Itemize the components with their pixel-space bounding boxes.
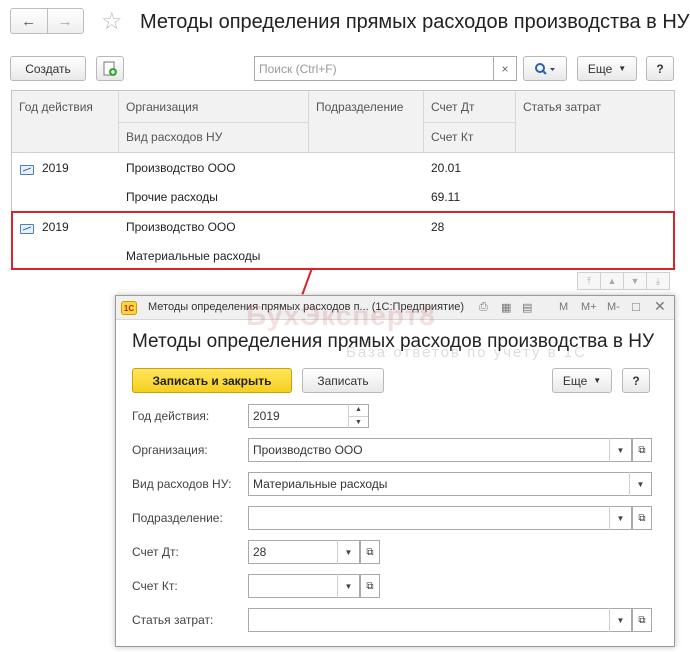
dialog-more-label: Еще (562, 373, 588, 388)
magnifier-icon (535, 62, 555, 75)
close-icon[interactable]: ✕ (654, 298, 666, 315)
memory-m-icon[interactable]: M (559, 301, 568, 313)
header-divider (424, 122, 515, 123)
save-and-close-button[interactable]: Записать и закрыть (132, 368, 292, 393)
dialog-title: Методы определения прямых расходов произ… (132, 331, 655, 352)
create-button[interactable]: Создать (10, 56, 86, 81)
dropdown-icon[interactable]: ▼ (609, 506, 631, 530)
record-dialog: 1С Методы определения прямых расходов п.… (115, 295, 675, 647)
navigation-buttons: ← → (10, 8, 84, 34)
debit-account-field[interactable]: 28 ▼ (248, 540, 360, 564)
arrow-left-icon[interactable]: ← (11, 9, 47, 33)
expense-type-field[interactable]: Материальные расходы ▼ (248, 472, 652, 496)
clear-search-button[interactable]: × (493, 56, 517, 81)
page-title: Методы определения прямых расходов произ… (140, 11, 690, 33)
header-credit-account[interactable]: Счет Кт (431, 130, 473, 144)
expense-type-value: Материальные расходы (253, 477, 388, 491)
credit-account-field[interactable]: ▼ (248, 574, 360, 598)
dropdown-icon[interactable]: ▼ (609, 438, 631, 462)
save-button[interactable]: Записать (302, 368, 384, 393)
calculator-icon[interactable]: ▦ (501, 301, 511, 314)
header-department[interactable]: Подразделение (316, 100, 403, 114)
open-organization-icon[interactable]: ⧉ (632, 438, 652, 462)
organization-field[interactable]: Производство ООО ▼ (248, 438, 632, 462)
record-icon (20, 165, 34, 175)
dropdown-icon[interactable]: ▼ (629, 472, 651, 496)
cost-item-field[interactable]: ▼ (248, 608, 632, 632)
cell-year: 2019 (42, 161, 69, 175)
column-divider (308, 91, 309, 153)
cell-expense-type: Прочие расходы (126, 190, 218, 204)
chevron-down-icon: ▼ (618, 64, 627, 73)
column-divider (515, 91, 516, 153)
department-label: Подразделение: (132, 511, 223, 525)
copy-add-icon (103, 61, 117, 76)
print-icon[interactable]: ⎙ (479, 301, 488, 314)
arrow-right-icon[interactable]: → (46, 9, 84, 33)
scroll-up-icon[interactable]: ▲ (600, 272, 624, 290)
debit-account-value: 28 (253, 545, 267, 559)
highlight-connector (301, 267, 313, 295)
app-logo-icon: 1С (121, 301, 137, 315)
organization-label: Организация: (132, 443, 208, 457)
header-expense-type[interactable]: Вид расходов НУ (126, 130, 222, 144)
search-input[interactable]: Поиск (Ctrl+F) (254, 56, 494, 81)
stepper-up-icon[interactable]: ▲ (349, 404, 368, 416)
scroll-down-icon[interactable]: ▼ (623, 272, 647, 290)
stepper-down-icon[interactable]: ▼ (349, 415, 368, 429)
organization-value: Производство ООО (253, 443, 363, 457)
dropdown-icon[interactable]: ▼ (337, 574, 359, 598)
open-debit-account-icon[interactable]: ⧉ (360, 540, 380, 564)
cell-credit-account: 69.11 (431, 190, 461, 204)
calendar-icon[interactable]: ▤ (522, 301, 532, 314)
open-cost-item-icon[interactable]: ⧉ (632, 608, 652, 632)
credit-account-label: Счет Кт: (132, 579, 178, 593)
header-cost-item[interactable]: Статья затрат (523, 100, 601, 114)
cell-organization: Производство ООО (126, 161, 236, 175)
header-debit-account[interactable]: Счет Дт (431, 100, 475, 114)
department-field[interactable]: ▼ (248, 506, 632, 530)
cost-item-label: Статья затрат: (132, 613, 214, 627)
year-label: Год действия: (132, 409, 210, 423)
dialog-help-button[interactable]: ? (622, 368, 650, 393)
header-divider (119, 122, 308, 123)
open-credit-account-icon[interactable]: ⧉ (360, 574, 380, 598)
table-scroll-buttons: ⤒ ▲ ▼ ⤓ (577, 272, 670, 290)
dialog-more-button[interactable]: Еще ▼ (552, 368, 612, 393)
search-options-button[interactable] (523, 56, 567, 81)
scroll-top-icon[interactable]: ⤒ (577, 272, 601, 290)
dropdown-icon[interactable]: ▼ (337, 540, 359, 564)
year-value: 2019 (253, 409, 280, 423)
memory-plus-icon[interactable]: M+ (581, 301, 597, 313)
memory-minus-icon[interactable]: M- (607, 301, 620, 313)
year-field[interactable]: 2019 ▲ ▼ (248, 404, 369, 428)
year-stepper[interactable]: ▲ ▼ (348, 404, 368, 428)
highlight-frame (11, 211, 675, 270)
cell-debit-account: 20.01 (431, 161, 462, 175)
more-label: Еще (587, 61, 613, 76)
star-icon[interactable]: ☆ (101, 7, 123, 36)
help-button[interactable]: ? (646, 56, 674, 81)
debit-account-label: Счет Дт: (132, 545, 179, 559)
more-button[interactable]: Еще ▼ (577, 56, 637, 81)
header-organization[interactable]: Организация (126, 100, 198, 114)
maximize-icon[interactable]: □ (632, 299, 640, 314)
scroll-bottom-icon[interactable]: ⤓ (646, 272, 670, 290)
table-header: Год действия Организация Вид расходов НУ… (12, 91, 674, 153)
dropdown-icon[interactable]: ▼ (609, 608, 631, 632)
chevron-down-icon: ▼ (593, 376, 602, 385)
copy-add-button[interactable] (96, 56, 124, 81)
header-year[interactable]: Год действия (19, 100, 93, 114)
open-department-icon[interactable]: ⧉ (632, 506, 652, 530)
expense-type-label: Вид расходов НУ: (132, 477, 232, 491)
watermark-logo: БухЭксперт8 (246, 300, 436, 331)
